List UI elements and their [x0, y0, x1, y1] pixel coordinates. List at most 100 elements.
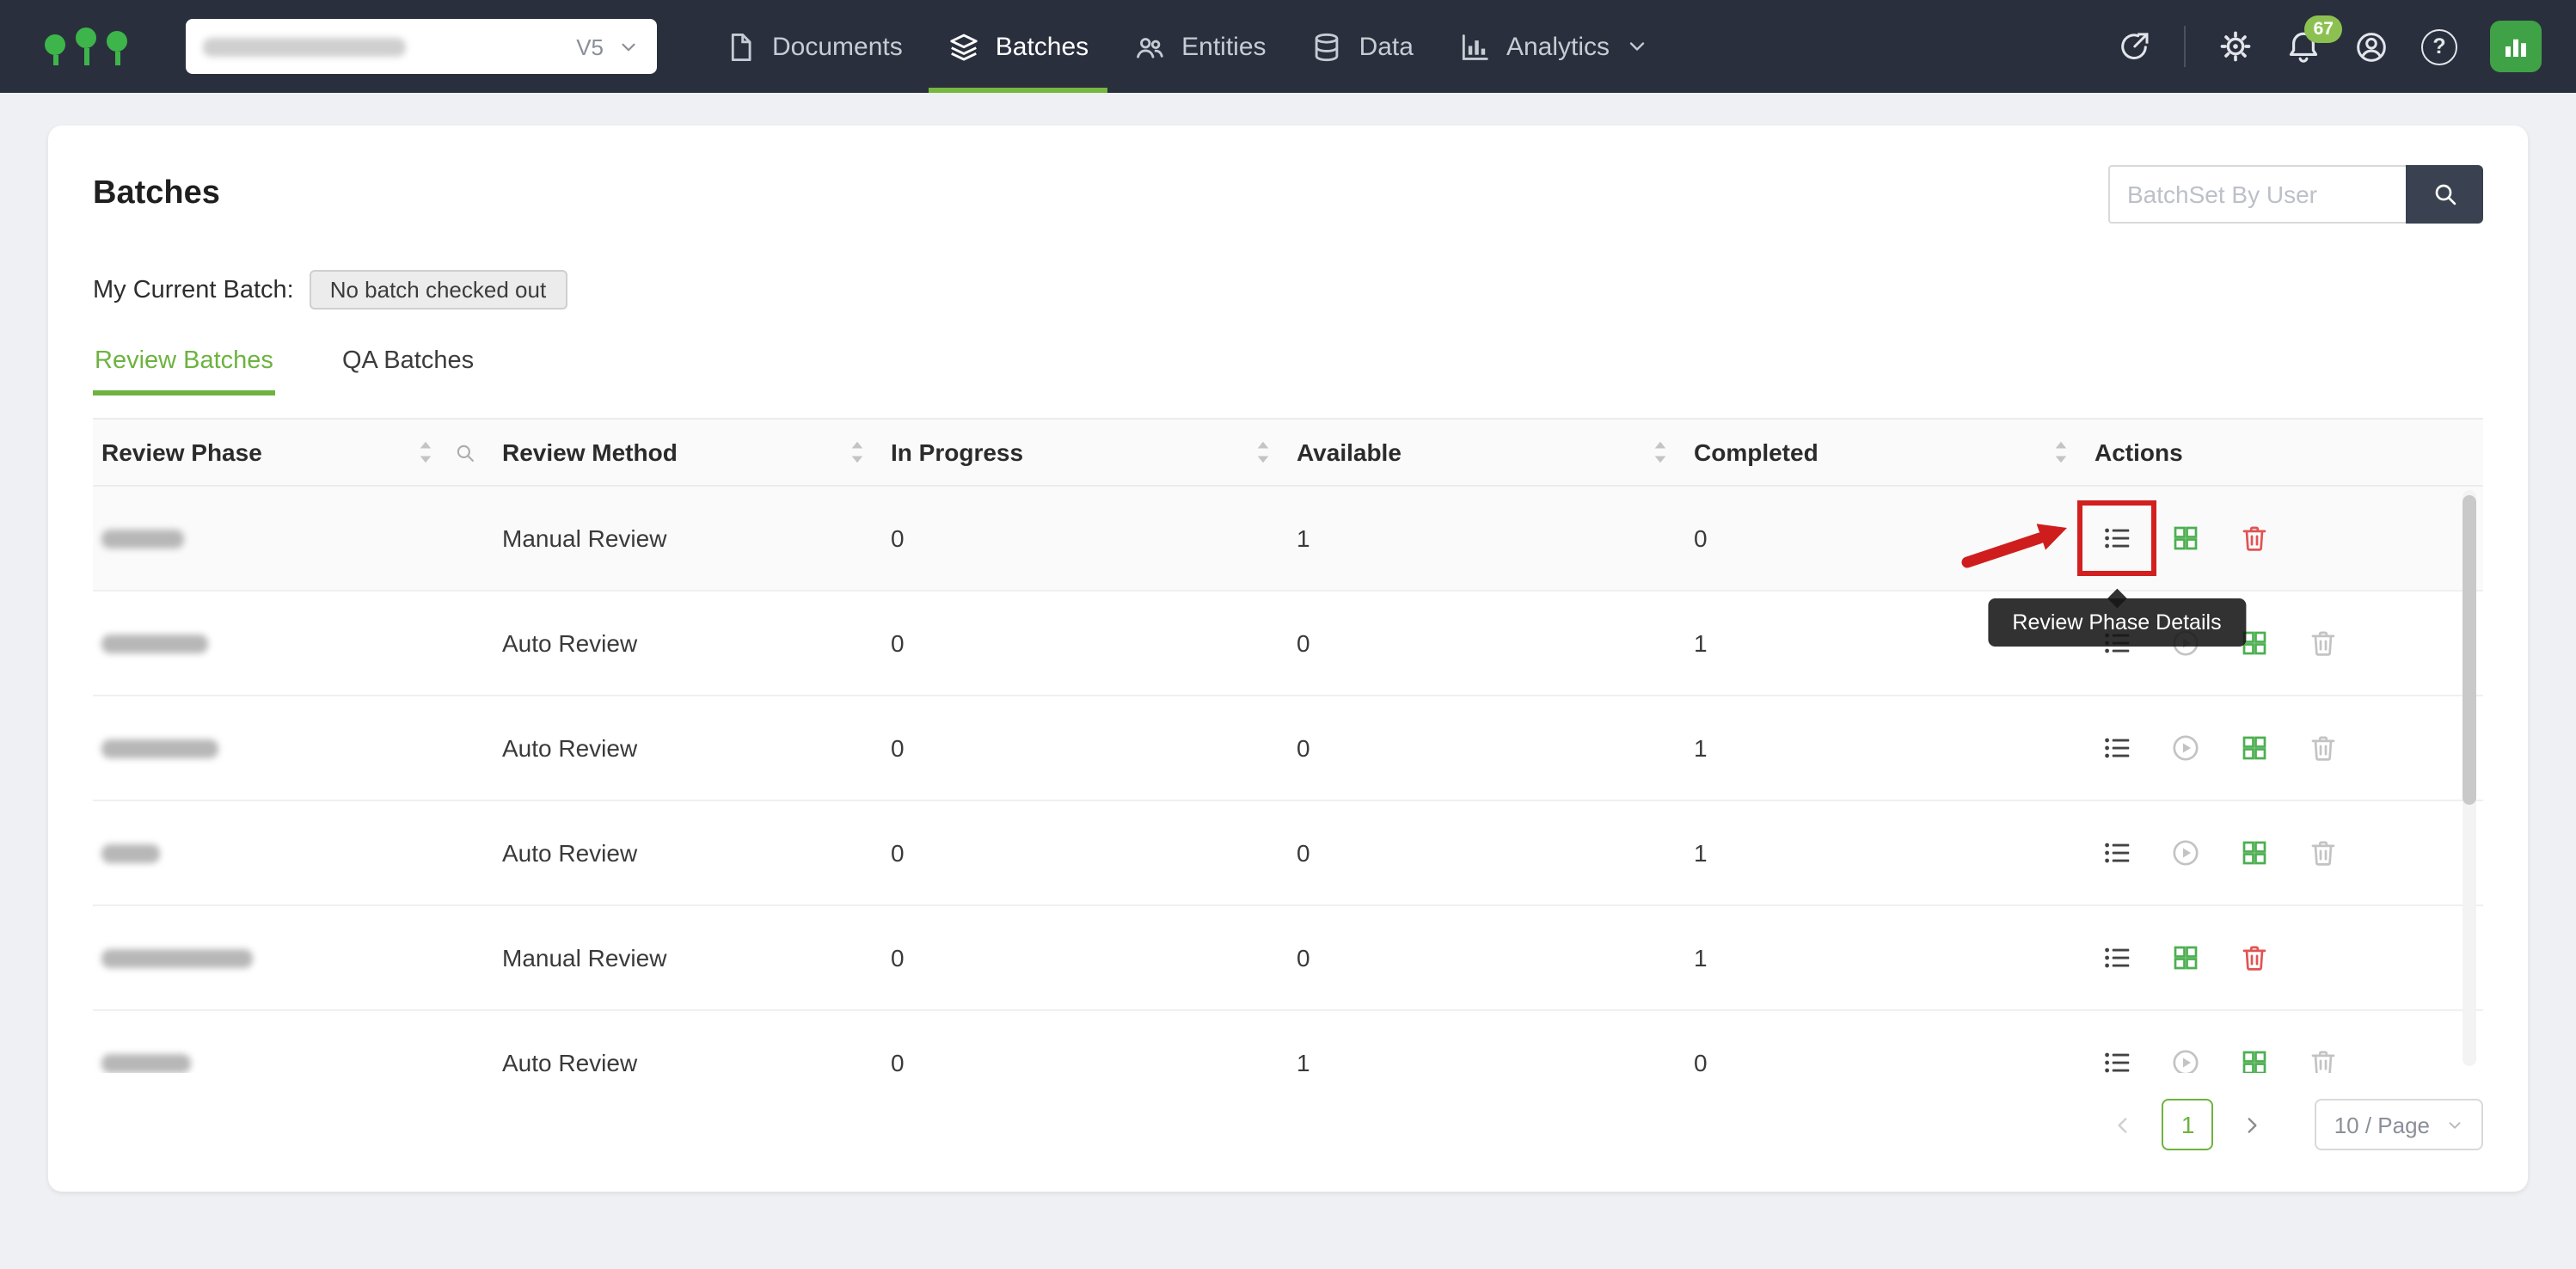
logo-dot [45, 34, 65, 65]
sort-carets-icon [849, 440, 865, 464]
column-header-review-phase[interactable]: Review Phase [93, 420, 494, 485]
logo-dot [76, 28, 96, 65]
start-review-button[interactable] [2170, 1047, 2201, 1073]
export-button[interactable] [2117, 29, 2151, 64]
column-header-in-progress[interactable]: In Progress [882, 420, 1288, 485]
account-button[interactable] [2354, 29, 2389, 64]
trash-icon [2239, 942, 2270, 973]
build-batches-button[interactable] [2170, 942, 2201, 973]
batches-icon [948, 30, 980, 63]
bar-chart-icon [2500, 31, 2531, 62]
current-batch-row: My Current Batch: No batch checked out [93, 270, 2483, 310]
export-icon [2117, 29, 2151, 64]
delete-button[interactable] [2308, 733, 2339, 763]
review-method-cell: Auto Review [494, 629, 882, 657]
review-phase-details-button[interactable] [2101, 1047, 2132, 1073]
start-review-button[interactable] [2170, 733, 2201, 763]
available-cell: 0 [1288, 839, 1685, 867]
review-method-cell: Auto Review [494, 839, 882, 867]
chevron-down-icon [2445, 1115, 2464, 1134]
column-header-available[interactable]: Available [1288, 420, 1685, 485]
grid-icon [2239, 733, 2270, 763]
previous-page-button[interactable] [2113, 1113, 2135, 1136]
review-phase-details-button[interactable]: Review Phase Details [2101, 523, 2132, 554]
in-progress-cell: 0 [882, 1049, 1288, 1073]
project-selector[interactable]: V5 [186, 19, 657, 74]
column-header-actions: Actions [2086, 420, 2483, 485]
card-header: Batches [93, 160, 2483, 229]
nav-batches[interactable]: Batches [925, 0, 1111, 93]
build-batches-button[interactable] [2170, 523, 2201, 554]
grid-icon [2239, 837, 2270, 868]
table-scrollbar-thumb[interactable] [2463, 495, 2476, 805]
delete-button[interactable] [2308, 1047, 2339, 1073]
nav-label: Analytics [1506, 32, 1610, 61]
table-scrollbar-track [2463, 490, 2476, 1066]
completed-cell: 0 [1685, 524, 2086, 552]
in-progress-cell: 0 [882, 629, 1288, 657]
redacted-phase-name [101, 634, 208, 653]
divider [2184, 26, 2186, 67]
column-header-completed[interactable]: Completed [1685, 420, 2086, 485]
chevron-left-icon [2113, 1113, 2135, 1136]
review-phase-details-button[interactable] [2101, 837, 2132, 868]
column-search-icon[interactable] [454, 441, 476, 463]
nav-data[interactable]: Data [1289, 0, 1436, 93]
build-batches-button[interactable] [2239, 733, 2270, 763]
sort-carets-icon [1653, 440, 1668, 464]
page-title: Batches [93, 175, 220, 213]
actions-cell: Review Phase Details [2086, 523, 2483, 554]
batchset-search-input[interactable] [2108, 165, 2406, 224]
delete-button[interactable] [2308, 628, 2339, 659]
next-page-button[interactable] [2242, 1113, 2264, 1136]
nav-label: Entities [1181, 32, 1266, 61]
tab-qa-batches[interactable]: QA Batches [340, 340, 475, 395]
help-button[interactable]: ? [2421, 28, 2457, 64]
logo-dot [107, 31, 127, 65]
table-header-row: Review Phase Review Method In Progress A… [93, 418, 2483, 487]
nav-analytics[interactable]: Analytics [1436, 0, 1671, 93]
nav-label: Batches [996, 32, 1089, 61]
chevron-down-icon [617, 35, 640, 58]
available-cell: 0 [1288, 734, 1685, 762]
table-row: Auto Review 0 0 1 [93, 801, 2483, 906]
page-size-value: 10 / Page [2334, 1112, 2430, 1137]
batchset-search [2108, 165, 2483, 224]
app-switcher-button[interactable] [2490, 21, 2542, 72]
grid-icon [2170, 942, 2201, 973]
column-header-review-method[interactable]: Review Method [494, 420, 882, 485]
search-button[interactable] [2406, 165, 2483, 224]
nav-entities[interactable]: Entities [1111, 0, 1288, 93]
app-logo[interactable] [45, 28, 127, 65]
start-review-button[interactable] [2170, 837, 2201, 868]
sort-carets-icon [418, 440, 433, 464]
page-number-button[interactable]: 1 [2162, 1099, 2214, 1150]
notifications-button[interactable]: 67 [2285, 28, 2321, 64]
page-size-select[interactable]: 10 / Page [2315, 1099, 2483, 1150]
entities-icon [1133, 30, 1166, 63]
trash-icon [2308, 733, 2339, 763]
gear-icon [2218, 29, 2253, 64]
actions-cell [2086, 942, 2483, 973]
batches-table: Review Phase Review Method In Progress A… [93, 418, 2483, 1073]
review-phase-details-button[interactable] [2101, 942, 2132, 973]
redacted-phase-name [101, 948, 253, 967]
delete-button[interactable] [2308, 837, 2339, 868]
completed-cell: 1 [1685, 839, 2086, 867]
sort-carets-icon [2053, 440, 2069, 464]
build-batches-button[interactable] [2239, 1047, 2270, 1073]
tooltip: Review Phase Details [1988, 598, 2245, 647]
settings-button[interactable] [2218, 29, 2253, 64]
top-navigation-bar: V5 Documents Batches Entities Data [0, 0, 2576, 93]
review-phase-details-button[interactable] [2101, 733, 2132, 763]
grid-icon [2239, 1047, 2270, 1073]
build-batches-button[interactable] [2239, 837, 2270, 868]
trash-icon [2308, 1047, 2339, 1073]
redacted-phase-name [101, 529, 184, 548]
completed-cell: 0 [1685, 1049, 2086, 1073]
delete-button[interactable] [2239, 942, 2270, 973]
tab-review-batches[interactable]: Review Batches [93, 340, 275, 395]
nav-documents[interactable]: Documents [702, 0, 925, 93]
delete-button[interactable] [2239, 523, 2270, 554]
play-circle-icon [2170, 1047, 2201, 1073]
